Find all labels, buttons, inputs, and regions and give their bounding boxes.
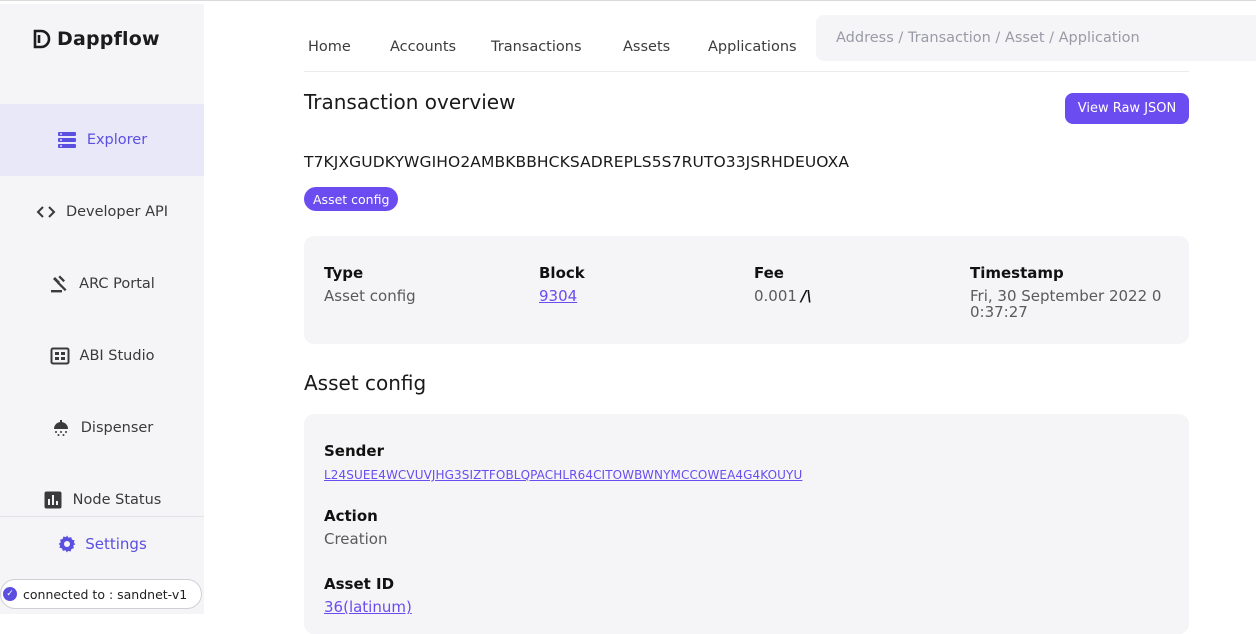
transaction-id: T7KJXGUDKYWGIHO2AMBKBBHCKSADREPLS5S7RUTO… (304, 153, 850, 171)
timestamp-label: Timestamp (970, 264, 1064, 282)
abi-icon (50, 347, 70, 365)
settings-button[interactable]: Settings (0, 534, 204, 554)
sidebar-item-arc-portal[interactable]: ARC Portal (0, 248, 204, 320)
sidebar-item-abi-studio[interactable]: ABI Studio (0, 320, 204, 392)
explorer-icon (57, 132, 76, 148)
app-logo[interactable]: Dappflow (33, 28, 160, 50)
shower-icon (53, 420, 68, 436)
sender-address-link[interactable]: L24SUEE4WCVUVJHG3SIZTFOBLQPACHLR64CITOWB… (324, 468, 802, 482)
sidebar-item-label: Developer API (65, 204, 169, 220)
type-value: Asset config (324, 287, 416, 305)
sender-label: Sender (324, 442, 384, 460)
asset-id-label: Asset ID (324, 575, 395, 593)
sidebar-item-explorer[interactable]: Explorer (0, 104, 204, 176)
app-name: Dappflow (57, 28, 160, 50)
tab-accounts[interactable]: Accounts (390, 39, 456, 55)
sidebar-item-label: Explorer (86, 132, 148, 148)
dappflow-logo-icon (33, 29, 51, 49)
tab-applications[interactable]: Applications (708, 39, 797, 55)
gavel-icon (51, 275, 67, 293)
tab-transactions[interactable]: Transactions (491, 39, 582, 55)
search-input[interactable] (816, 15, 1256, 61)
gear-icon (58, 535, 76, 553)
timestamp-field: Timestamp Fri, 30 September 2022 00:37:2… (970, 264, 1170, 320)
connection-label: connected to : sandnet-v1 (23, 586, 188, 602)
code-icon (36, 206, 56, 218)
fee-value: 0.001 (754, 287, 797, 305)
asset-config-card: Sender L24SUEE4WCVUVJHG3SIZTFOBLQPACHLR6… (304, 414, 1189, 634)
action-label: Action (324, 507, 378, 525)
sidebar-item-label: ABI Studio (79, 348, 155, 364)
search-box (816, 15, 1256, 61)
settings-label: Settings (85, 535, 147, 553)
sidebar-item-dispenser[interactable]: Dispenser (0, 392, 204, 464)
block-link[interactable]: 9304 (539, 288, 585, 304)
section-title: Asset config (304, 371, 427, 395)
type-field: Type Asset config (324, 264, 416, 304)
action-value: Creation (324, 530, 388, 548)
check-icon: ✓ (3, 587, 17, 601)
connection-status[interactable]: ✓ connected to : sandnet-v1 (0, 579, 202, 609)
tab-assets[interactable]: Assets (623, 39, 670, 55)
fee-row: 0.001/\ (754, 288, 812, 304)
algorand-icon: /\ (800, 287, 812, 305)
sender-field: Sender L24SUEE4WCVUVJHG3SIZTFOBLQPACHLR6… (324, 442, 802, 482)
action-field: Action Creation (324, 507, 387, 547)
bar-chart-icon (44, 491, 62, 509)
sidebar-item-node-status[interactable]: Node Status (0, 464, 204, 536)
sidebar-item-label: Node Status (72, 492, 162, 508)
fee-field: Fee 0.001/\ (754, 264, 812, 304)
overview-card: Type Asset config Block 9304 Fee 0.001/\… (304, 236, 1189, 344)
fee-label: Fee (754, 264, 784, 282)
tab-home[interactable]: Home (308, 39, 351, 55)
sidebar: Dappflow Explorer Developer API ARC Port… (0, 4, 204, 614)
type-label: Type (324, 264, 364, 282)
transaction-type-badge: Asset config (304, 187, 399, 211)
sidebar-item-developer-api[interactable]: Developer API (0, 176, 204, 248)
view-raw-json-button[interactable]: View Raw JSON (1065, 93, 1189, 124)
sidebar-divider (0, 516, 204, 517)
block-label: Block (539, 264, 585, 282)
timestamp-value: Fri, 30 September 2022 00:37:27 (970, 287, 1162, 321)
sidebar-item-label: ARC Portal (79, 276, 155, 292)
asset-id-link[interactable]: 36(latinum) (324, 599, 412, 615)
asset-id-field: Asset ID 36(latinum) (324, 575, 412, 615)
block-field: Block 9304 (539, 264, 585, 304)
sidebar-item-label: Dispenser (80, 420, 154, 436)
page-title: Transaction overview (304, 90, 516, 114)
